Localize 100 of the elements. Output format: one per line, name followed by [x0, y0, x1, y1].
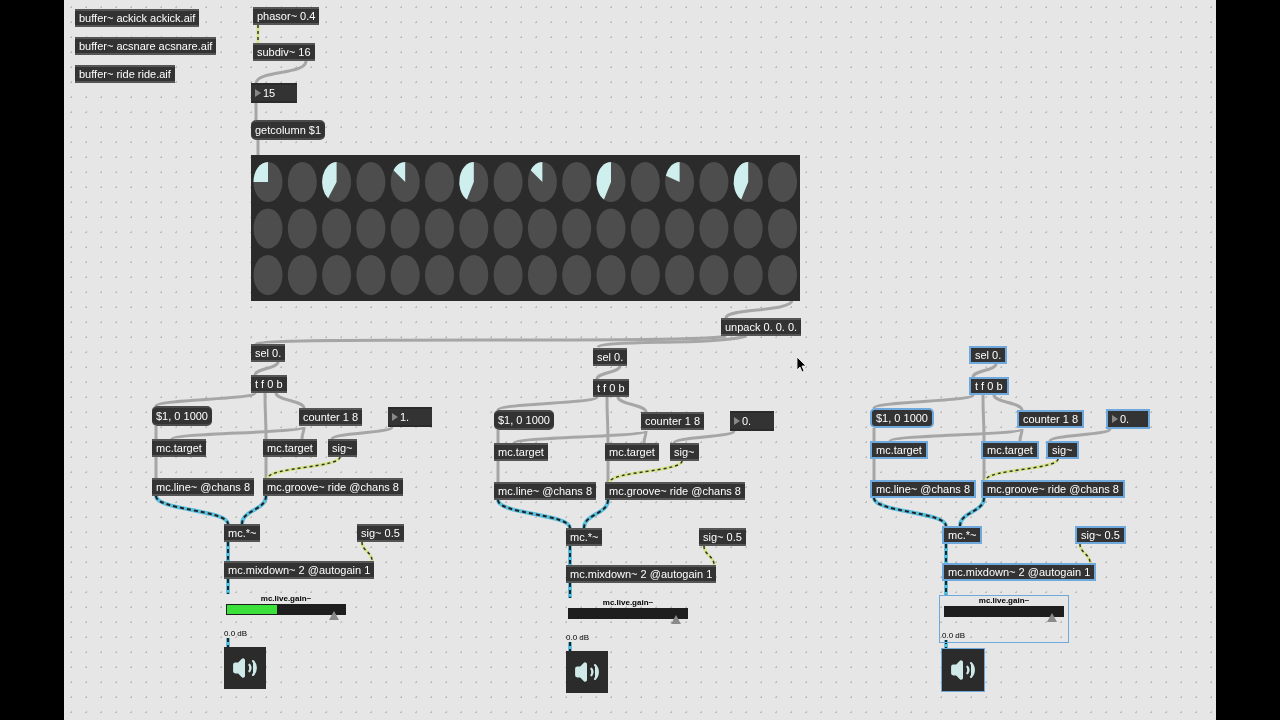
- mixdown-object[interactable]: mc.mixdown~ 2 @autogain 1: [942, 563, 1097, 581]
- speaker-button[interactable]: [942, 649, 984, 691]
- dial[interactable]: [322, 162, 352, 202]
- patch-cord: [274, 392, 306, 409]
- message-box[interactable]: getcolumn $1: [251, 120, 326, 140]
- gain-reading: 0.0 dB: [566, 632, 590, 644]
- groove-object[interactable]: mc.groove~ ride @chans 8: [981, 480, 1125, 498]
- multiply-object[interactable]: mc.*~: [566, 528, 603, 546]
- gain-slider[interactable]: mc.live.gain~ 0.0 dB: [222, 594, 350, 640]
- dial[interactable]: [253, 162, 283, 202]
- gain-label: mc.live.gain~: [602, 598, 654, 608]
- triangle-icon: [255, 89, 261, 97]
- signal-cord: [1078, 543, 1092, 564]
- groove-object[interactable]: mc.groove~ ride @chans 8: [605, 482, 745, 500]
- signal-cord: [958, 497, 986, 527]
- multiply-object[interactable]: mc.*~: [224, 524, 261, 542]
- sig-object[interactable]: sig~: [328, 439, 357, 457]
- patch-cord: [256, 140, 260, 155]
- gain-thumb[interactable]: [1047, 613, 1057, 622]
- target-object[interactable]: mc.target: [494, 443, 548, 461]
- mouse-cursor-icon: [797, 357, 807, 372]
- triangle-icon: [392, 413, 398, 421]
- patch-cord: [1049, 427, 1111, 443]
- patch-cord: [496, 430, 500, 443]
- groove-object[interactable]: mc.groove~ ride @chans 8: [263, 478, 403, 496]
- mixdown-object[interactable]: mc.mixdown~ 2 @autogain 1: [566, 565, 717, 583]
- sig-object[interactable]: sig~: [670, 443, 699, 461]
- gain-label: mc.live.gain~: [978, 596, 1030, 606]
- patch-cord: [253, 361, 280, 376]
- patch-cord: [496, 461, 500, 482]
- counter-object[interactable]: counter 1 8: [1017, 410, 1085, 428]
- gain-label: mc.live.gain~: [260, 594, 312, 604]
- trigger-object[interactable]: t f 0 b: [251, 375, 287, 393]
- patch-cord: [154, 457, 158, 478]
- dial[interactable]: [733, 162, 763, 202]
- patch-cord: [872, 428, 876, 441]
- target-object[interactable]: mc.target: [152, 439, 206, 457]
- dial[interactable]: [459, 162, 489, 202]
- gain-thumb[interactable]: [671, 615, 681, 624]
- target-object[interactable]: mc.target: [981, 441, 1039, 459]
- gain-reading: 0.0 dB: [942, 630, 966, 642]
- phasor-object[interactable]: phasor~ 0.4: [253, 7, 320, 25]
- number-box[interactable]: 15: [251, 83, 297, 103]
- patch-cord: [595, 365, 622, 380]
- gain-slider[interactable]: mc.live.gain~ 0.0 dB: [940, 596, 1068, 642]
- patch-cord: [264, 457, 268, 478]
- signal-cord: [360, 541, 374, 562]
- line-object[interactable]: mc.line~ @chans 8: [494, 482, 596, 500]
- line-object[interactable]: mc.line~ @chans 8: [870, 480, 976, 498]
- number-box[interactable]: 0.: [730, 411, 774, 431]
- trigger-object[interactable]: t f 0 b: [969, 377, 1009, 395]
- target-object[interactable]: mc.target: [870, 441, 928, 459]
- buffer-object[interactable]: buffer~ ride ride.aif: [75, 65, 175, 83]
- mixdown-object[interactable]: mc.mixdown~ 2 @autogain 1: [224, 561, 375, 579]
- dial[interactable]: [390, 162, 420, 202]
- multiply-object[interactable]: mc.*~: [942, 526, 983, 544]
- unpack-object[interactable]: unpack 0. 0. 0.: [721, 318, 802, 336]
- dial-grid[interactable]: [251, 155, 800, 301]
- number-box[interactable]: 0.: [1106, 409, 1150, 429]
- signal-cord: [568, 545, 572, 566]
- sig-object[interactable]: sig~ 0.5: [1075, 526, 1126, 544]
- dial[interactable]: [527, 162, 557, 202]
- sel-object[interactable]: sel 0.: [593, 348, 628, 366]
- sig-object[interactable]: sig~ 0.5: [699, 528, 746, 546]
- signal-cord: [944, 543, 948, 564]
- message-box[interactable]: $1, 0 1000: [870, 408, 934, 428]
- sig-object[interactable]: sig~ 0.5: [357, 524, 404, 542]
- gain-slider[interactable]: mc.live.gain~ 0.0 dB: [564, 598, 692, 644]
- signal-cord: [582, 499, 610, 529]
- speaker-icon: [950, 657, 976, 683]
- target-object[interactable]: mc.target: [263, 439, 317, 457]
- speaker-icon: [574, 659, 600, 685]
- gain-thumb[interactable]: [329, 611, 339, 620]
- signal-cord: [702, 545, 716, 566]
- patch-cord: [331, 425, 393, 441]
- triangle-icon: [1112, 415, 1118, 423]
- sel-object[interactable]: sel 0.: [251, 344, 286, 362]
- patch-cord: [982, 459, 986, 480]
- sel-object[interactable]: sel 0.: [969, 346, 1008, 364]
- dial[interactable]: [665, 162, 695, 202]
- patch-cord: [616, 396, 648, 413]
- counter-object[interactable]: counter 1 8: [641, 412, 705, 430]
- message-box[interactable]: $1, 0 1000: [494, 410, 554, 430]
- dial[interactable]: [596, 162, 626, 202]
- speaker-button[interactable]: [224, 647, 266, 689]
- patch-cord: [992, 394, 1024, 411]
- trigger-object[interactable]: t f 0 b: [593, 379, 629, 397]
- line-object[interactable]: mc.line~ @chans 8: [152, 478, 254, 496]
- message-box[interactable]: $1, 0 1000: [152, 406, 212, 426]
- speaker-icon: [232, 655, 258, 681]
- subdiv-object[interactable]: subdiv~ 16: [253, 43, 315, 61]
- counter-object[interactable]: counter 1 8: [299, 408, 363, 426]
- buffer-object[interactable]: buffer~ ackick ackick.aif: [75, 9, 200, 27]
- sig-object[interactable]: sig~: [1046, 441, 1079, 459]
- target-object[interactable]: mc.target: [605, 443, 659, 461]
- buffer-object[interactable]: buffer~ acsnare acsnare.aif: [75, 37, 217, 55]
- patch-cord: [971, 363, 998, 378]
- speaker-button[interactable]: [566, 651, 608, 693]
- number-box[interactable]: 1.: [388, 407, 432, 427]
- signal-cord: [240, 495, 268, 525]
